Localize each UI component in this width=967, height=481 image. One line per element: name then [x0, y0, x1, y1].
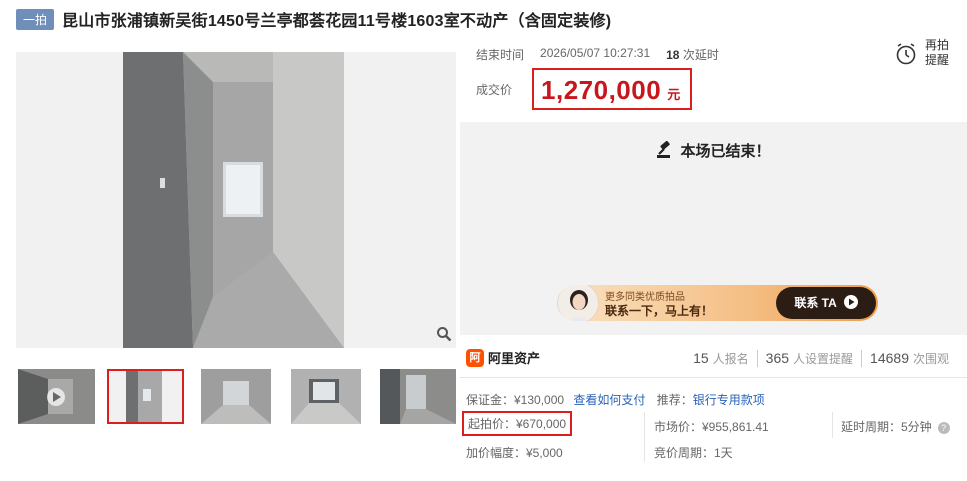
thumbnail-image[interactable]: [291, 369, 361, 424]
price-unit: 元: [667, 87, 681, 102]
question-icon[interactable]: ?: [937, 421, 950, 434]
ali-assets-logo[interactable]: 阿 阿里资产: [466, 348, 540, 367]
alarm-clock-icon: [895, 42, 917, 66]
promo-banner-area: 更多同类优质拍品 联系一下，马上有！ 联系 TA: [460, 275, 967, 335]
delay-count-number: 18: [666, 48, 680, 62]
contact-button-label: 联系 TA: [794, 296, 837, 310]
stat-label: 次围观: [912, 352, 949, 366]
ended-label: 本场已结束！: [680, 143, 771, 160]
page-title: 昆山市张浦镇新吴街1450号兰亭都荟花园11号楼1603室不动产（含固定装修): [62, 13, 612, 30]
title-row: 一拍 昆山市张浦镇新吴街1450号兰亭都荟花园11号楼1603室不动产（含固定装…: [16, 8, 611, 30]
stat-number: 365: [765, 350, 790, 366]
thumbnail-strip: [16, 369, 456, 425]
increment: 加价幅度：¥5,000: [466, 446, 563, 460]
final-price: 1,270,000: [541, 75, 662, 105]
thumbnail-video[interactable]: [18, 369, 95, 424]
stat-number: 14689: [870, 350, 909, 366]
delay-cycle-row: 延时周期：5分钟?: [841, 418, 950, 435]
start-price-box: 起拍价：¥670,000: [462, 411, 573, 436]
auction-panel: 结束时间 2026/05/07 10:27:31 18 次延时 再拍提醒 成交价…: [460, 38, 967, 481]
stat-label: 人设置提醒: [793, 352, 854, 366]
thumbnail-selected[interactable]: [107, 369, 184, 424]
play-arrow-icon: [843, 295, 858, 309]
magnifier-icon[interactable]: [434, 326, 454, 346]
end-time-row: 结束时间 2026/05/07 10:27:31 18 次延时: [476, 46, 719, 63]
main-photo: [123, 52, 344, 348]
remind-button[interactable]: 再拍提醒: [895, 38, 957, 70]
stat-views: 14689 次围观: [861, 350, 957, 367]
thumbnail-image[interactable]: [380, 369, 456, 424]
promo-banner[interactable]: 更多同类优质拍品 联系一下，马上有！ 联系 TA: [557, 285, 878, 321]
stat-number: 15: [693, 350, 709, 366]
delay-cycle: 延时周期：5分钟: [841, 420, 932, 434]
promo-title: 联系一下，马上有！: [605, 304, 714, 318]
final-price-box: 1,270,000 元: [532, 68, 693, 110]
market-price: 市场价：¥955,861.41: [654, 420, 769, 434]
stats-row: 阿 阿里资产 15 人报名 365 人设置提醒 14689 次围观: [460, 340, 967, 376]
bank-account-link[interactable]: 银行专用款项: [693, 393, 765, 407]
divider: [460, 377, 967, 378]
stat-label: 人报名: [712, 352, 749, 366]
price-row: 成交价 1,270,000 元: [476, 68, 693, 110]
divider: [832, 412, 833, 438]
contact-button[interactable]: 联系 TA: [776, 287, 876, 319]
bid-cycle: 竞价周期：1天: [654, 446, 733, 460]
thumbnail-image[interactable]: [201, 369, 271, 424]
avatar: [557, 285, 599, 321]
remind-label: 再拍提醒: [925, 38, 950, 67]
end-time-label: 结束时间: [476, 48, 525, 62]
room-photo-illustration: [123, 52, 344, 348]
recommend-label: 推荐：: [656, 393, 693, 407]
stat-list: 15 人报名 365 人设置提醒 14689 次围观: [685, 350, 957, 367]
price-label: 成交价: [476, 82, 513, 97]
deposit-row: 保证金：¥130,000 查看如何支付 推荐：银行专用款项: [466, 391, 765, 408]
ali-logo-text: 阿里资产: [488, 351, 541, 366]
stat-reminders: 365 人设置提醒: [756, 350, 861, 367]
main-image-viewer[interactable]: [16, 52, 456, 348]
divider: [644, 412, 645, 462]
start-price: 起拍价：¥670,000: [468, 417, 567, 431]
delay-count-label: 次延时: [682, 48, 719, 62]
deposit-label: 保证金：¥130,000: [466, 393, 565, 407]
auction-round-badge: 一拍: [16, 8, 55, 30]
ended-message: 本场已结束！: [460, 140, 967, 163]
gavel-icon: [656, 140, 674, 163]
delay-count: 18 次延时: [666, 46, 719, 63]
ali-logo-mark: 阿: [466, 348, 484, 367]
stat-signups: 15 人报名: [685, 350, 757, 367]
promo-subtitle: 更多同类优质拍品: [605, 292, 685, 303]
how-to-pay-link[interactable]: 查看如何支付: [573, 393, 645, 407]
end-time-value: 2026/05/07 10:27:31: [540, 46, 651, 60]
